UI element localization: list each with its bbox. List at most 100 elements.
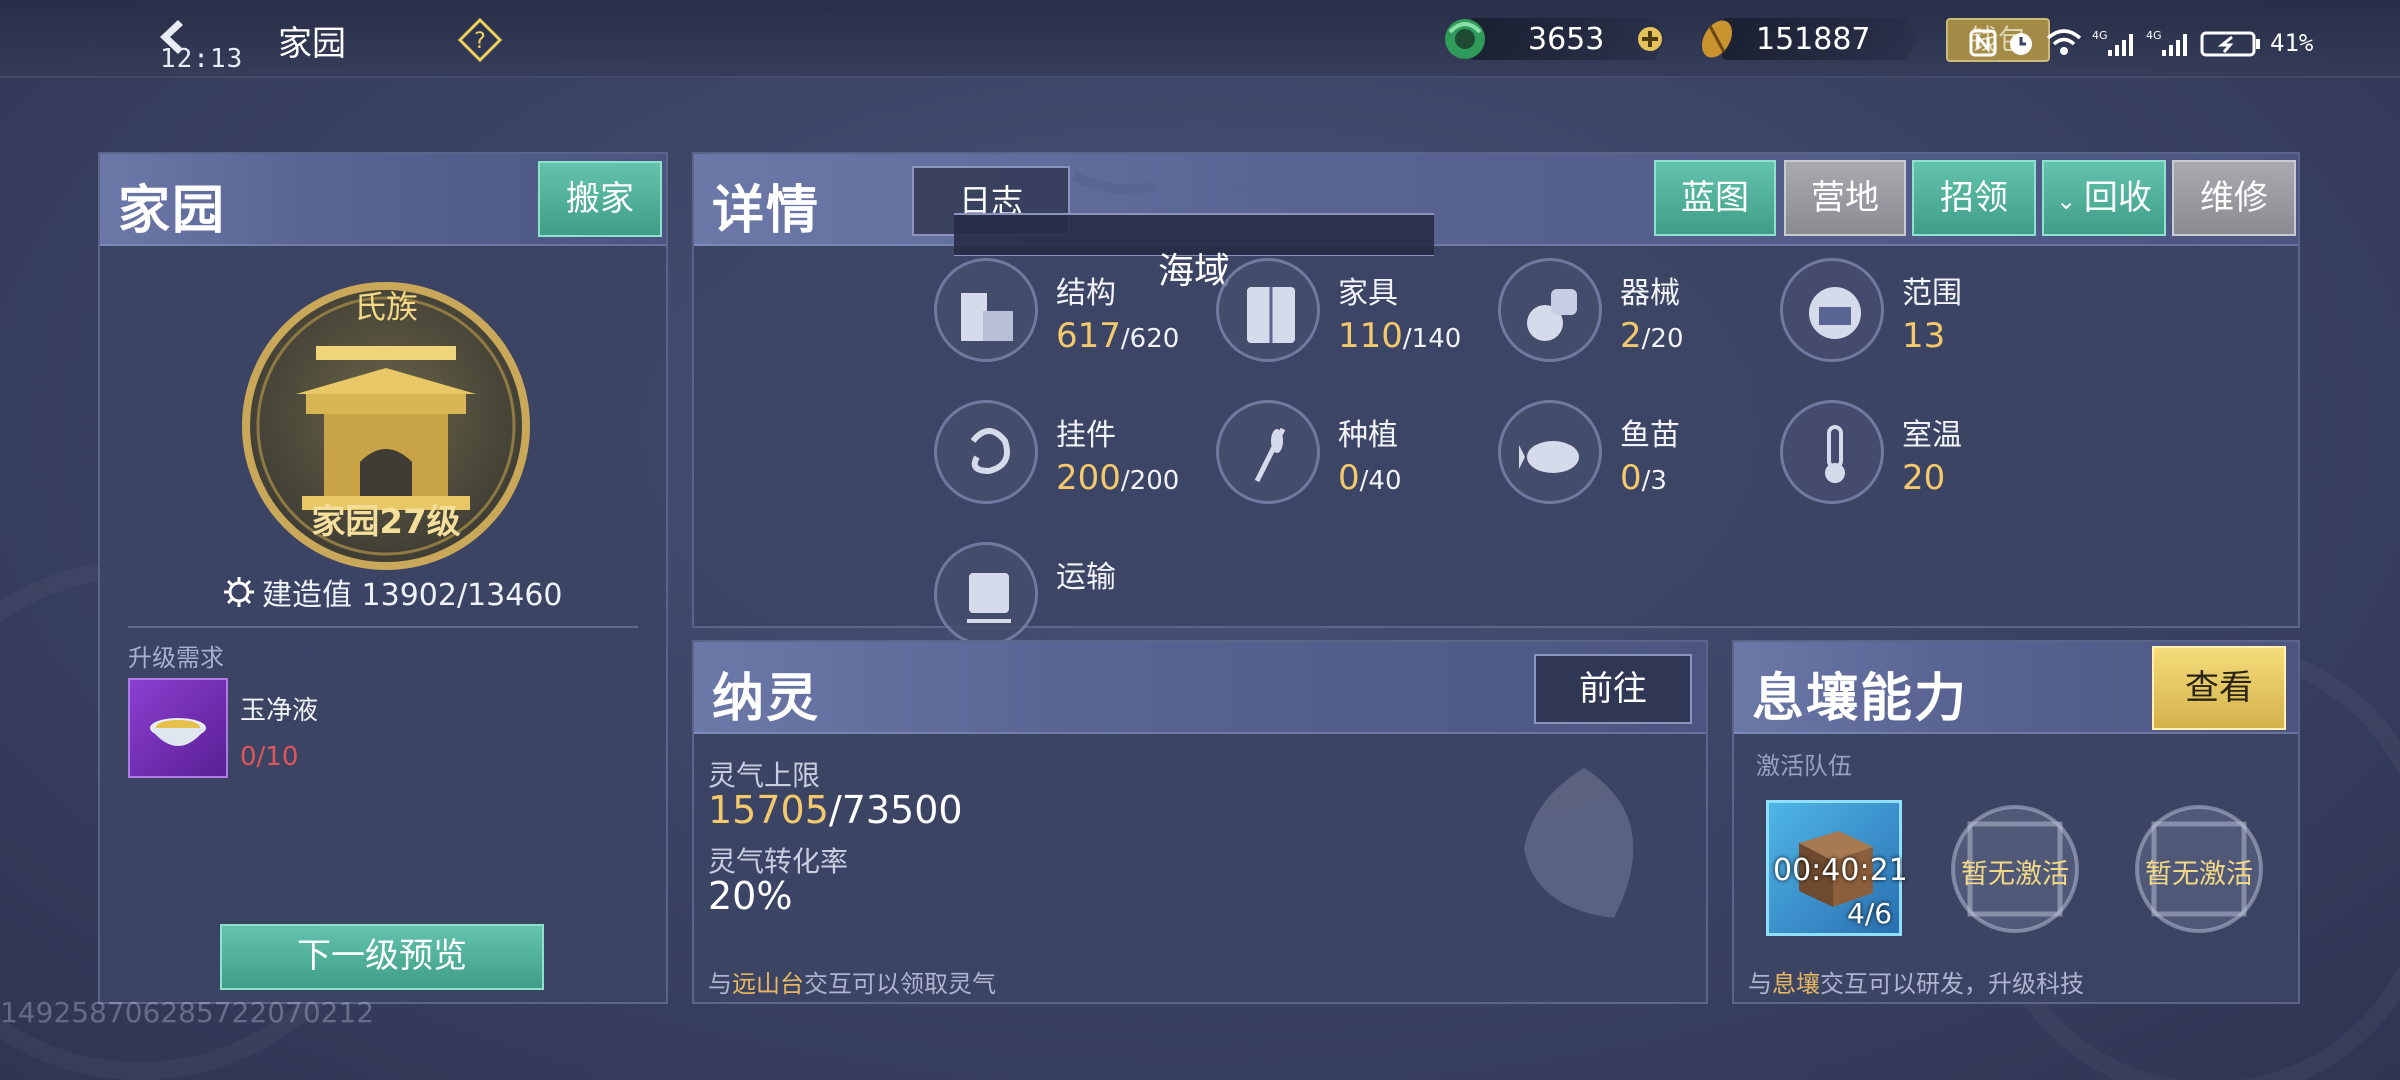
- nalin-header: 纳灵 前往: [694, 642, 1706, 734]
- svg-text:4G: 4G: [2146, 29, 2162, 42]
- stat-8[interactable]: 运输: [934, 542, 1214, 652]
- stat-max: /620: [1120, 324, 1180, 354]
- jade-value: 3653: [1528, 22, 1605, 57]
- stat-value: 617/620: [1056, 316, 1179, 356]
- jade-currency: 3653: [1440, 14, 1670, 64]
- buildings-icon: [961, 293, 1013, 341]
- range-icon: [1809, 287, 1861, 339]
- pendant-icon: [970, 428, 1010, 475]
- jade-liquid-item[interactable]: [128, 678, 228, 778]
- go-button[interactable]: 前往: [1534, 654, 1692, 724]
- battery-icon: [2200, 31, 2260, 57]
- active-team-label: 激活队伍: [1756, 752, 1852, 780]
- bowl-icon: [150, 718, 206, 746]
- camp-button[interactable]: 营地: [1784, 160, 1906, 236]
- system-status-bar: 4G 4G 41%: [1968, 26, 2313, 60]
- stat-max: /3: [1641, 466, 1667, 496]
- details-title: 详情: [712, 181, 821, 241]
- stat-ring: [934, 542, 1038, 646]
- build-value: 建造值 13902/13460: [262, 578, 563, 613]
- stat-ring: [1216, 258, 1320, 362]
- stat-ring: [1498, 258, 1602, 362]
- stat-4[interactable]: 挂件 200/200: [934, 400, 1214, 510]
- upgrade-requirement-title: 升级需求: [128, 644, 224, 672]
- build-value-row: 建造值 13902/13460: [222, 570, 563, 614]
- fish-icon: [1519, 441, 1579, 473]
- aura-cap-max: /73500: [828, 788, 963, 832]
- nalin-hint: 与远山台交互可以领取灵气: [708, 964, 996, 999]
- stat-current: 110: [1338, 316, 1403, 356]
- stat-name: 运输: [1056, 560, 1116, 595]
- stat-name: 结构: [1056, 276, 1116, 311]
- recycle-button[interactable]: ⌄ 回收: [2042, 160, 2166, 236]
- stat-name: 室温: [1902, 418, 1962, 453]
- nfc-icon: [1969, 29, 1997, 57]
- chevron-down-icon: ⌄: [2056, 187, 2084, 215]
- repair-button[interactable]: 维修: [2172, 160, 2296, 236]
- claim-button[interactable]: 招领: [1912, 160, 2036, 236]
- divider: [128, 626, 638, 628]
- page-title: 家园: [278, 24, 346, 64]
- slot-count: 4/6: [1847, 897, 1893, 930]
- stat-value: 13: [1902, 316, 1945, 356]
- view-button[interactable]: 查看: [2152, 646, 2286, 730]
- cart-icon: [967, 573, 1011, 623]
- wheat-icon: [1254, 427, 1286, 483]
- hint-place[interactable]: 息壤: [1772, 970, 1820, 998]
- empty-team-slot[interactable]: 暂无激活: [2132, 802, 2266, 936]
- nalin-title: 纳灵: [712, 669, 821, 729]
- stat-max: /140: [1402, 324, 1462, 354]
- stat-name: 鱼苗: [1620, 418, 1680, 453]
- hint-prefix: 与: [1748, 970, 1772, 998]
- stat-name: 器械: [1620, 276, 1680, 311]
- stat-3[interactable]: 范围 13: [1780, 258, 2060, 368]
- wifi-icon: [2046, 29, 2082, 55]
- stat-6[interactable]: 鱼苗 0/3: [1498, 400, 1778, 510]
- hint-suffix: 交互可以研发，升级科技: [1820, 970, 2084, 998]
- stat-current: 20: [1902, 458, 1946, 498]
- blueprint-button[interactable]: 蓝图: [1654, 160, 1776, 236]
- hint-place[interactable]: 远山台: [732, 970, 804, 998]
- signal-4g-icon: 4G: [2146, 29, 2187, 56]
- stat-ring: [934, 400, 1038, 504]
- move-home-button[interactable]: 搬家: [538, 161, 662, 237]
- stat-ring: [1216, 400, 1320, 504]
- user-id-watermark: 1492587062857220702​12: [0, 996, 375, 1029]
- help-icon[interactable]: ?: [458, 18, 502, 62]
- stat-current: 13: [1902, 316, 1946, 356]
- stat-0[interactable]: 结构 617/620: [934, 258, 1214, 368]
- aura-cap-value: 15705/73500: [708, 788, 963, 832]
- hint-prefix: 与: [708, 970, 732, 998]
- empty-slot-label: 暂无激活: [2145, 859, 2253, 890]
- stat-5[interactable]: 种植 0/40: [1216, 400, 1496, 510]
- empty-slot-label: 暂无激活: [1961, 859, 2069, 890]
- alarm-icon: [2010, 33, 2032, 55]
- stat-name: 范围: [1902, 276, 1962, 311]
- stat-2[interactable]: 器械 2/20: [1498, 258, 1778, 368]
- stat-ring: [1780, 258, 1884, 362]
- stat-max: /200: [1120, 466, 1180, 496]
- aura-rate-value: 20%: [708, 874, 793, 918]
- empty-team-slot[interactable]: 暂无激活: [1948, 802, 2082, 936]
- next-level-preview-button[interactable]: 下一级预览: [220, 924, 544, 990]
- stat-max: /20: [1641, 324, 1684, 354]
- homeland-panel: 家园 搬家 氏族 家园27级 建造值 13902/13460 升级需求 玉净液 …: [98, 152, 668, 1004]
- active-team-slot[interactable]: 00:40:21 4/6: [1766, 800, 1908, 936]
- cabinet-icon: [1247, 287, 1295, 343]
- device-icon: [1527, 289, 1577, 341]
- stat-1[interactable]: 家具 110/140: [1216, 258, 1496, 368]
- stat-ring: [1498, 400, 1602, 504]
- slot-timer: 00:40:21: [1773, 853, 1908, 888]
- xirang-panel: 息壤能力 查看 激活队伍 00:40:21 4/6 暂无激活 暂无激活 与息壤交…: [1732, 640, 2300, 1004]
- xirang-title: 息壤能力: [1752, 669, 1969, 729]
- battery-percent: 41%: [2270, 29, 2314, 57]
- add-jade-icon[interactable]: [1636, 25, 1664, 53]
- stat-7[interactable]: 室温 20: [1780, 400, 2060, 510]
- stat-value: 110/140: [1338, 316, 1461, 356]
- stat-value: 0/3: [1620, 458, 1667, 498]
- aura-cap-current: 15705: [708, 788, 829, 832]
- svg-text:?: ?: [474, 29, 486, 54]
- stat-current: 200: [1056, 458, 1121, 498]
- details-panel: 详情 日志 海域 蓝图 营地 招领 ⌄ 回收 维修 结构 617/620 家具 110…: [692, 152, 2300, 646]
- stat-name: 家具: [1338, 276, 1398, 311]
